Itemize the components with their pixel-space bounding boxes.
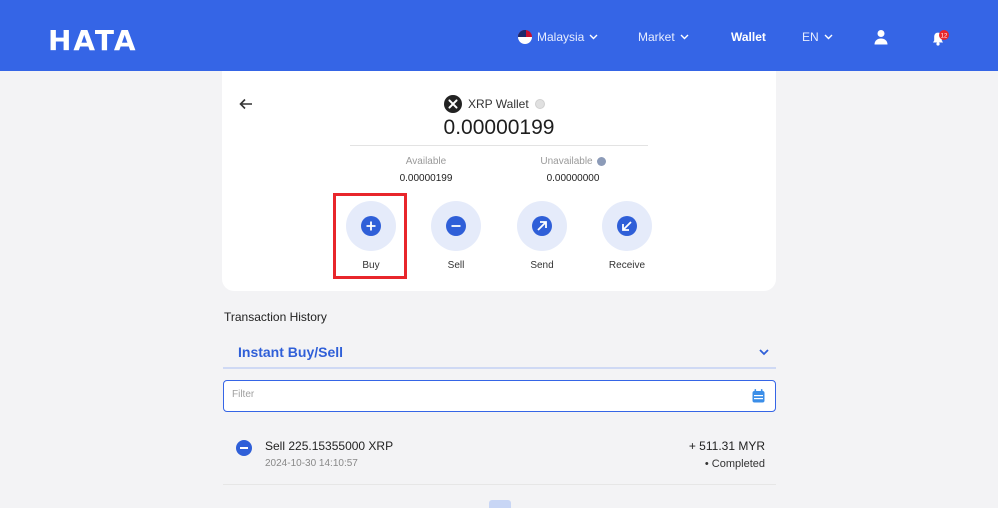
chevron-down-icon: [589, 34, 598, 40]
unavailable-value: 0.00000000: [546, 173, 600, 184]
pagination-button[interactable]: [489, 500, 511, 508]
back-arrow-icon[interactable]: [239, 98, 253, 110]
send-button[interactable]: Send: [515, 201, 569, 271]
wallet-header: XRP Wallet: [444, 95, 545, 113]
transaction-row[interactable]: Sell 225.15355000 XRP 2024-10-30 14:10:5…: [223, 425, 776, 485]
dropdown-value: Instant Buy/Sell: [238, 344, 344, 360]
sell-minus-icon: [236, 440, 252, 456]
transaction-status: • Completed: [704, 458, 765, 470]
transaction-time: 2024-10-30 14:10:57: [265, 458, 358, 469]
transaction-description: Sell 225.15355000 XRP: [265, 439, 394, 453]
xrp-icon: [444, 95, 462, 113]
arrow-down-left-icon: [617, 216, 637, 236]
sell-label: Sell: [447, 260, 465, 271]
divider: [350, 145, 648, 146]
language-label: EN: [802, 30, 819, 44]
sell-button-circle[interactable]: [431, 201, 481, 251]
market-menu[interactable]: Market: [638, 30, 689, 44]
receive-label: Receive: [608, 260, 646, 271]
chevron-down-icon: [680, 34, 689, 40]
calendar-icon[interactable]: [752, 389, 765, 403]
country-selector[interactable]: Malaysia: [518, 30, 598, 44]
wallet-name: XRP Wallet: [468, 97, 529, 111]
filter-input[interactable]: [232, 389, 732, 400]
buy-highlight-box: [333, 193, 407, 279]
wallet-menu[interactable]: Wallet: [731, 30, 766, 44]
info-icon[interactable]: [596, 157, 606, 166]
transaction-type-dropdown[interactable]: Instant Buy/Sell: [223, 336, 776, 369]
market-label: Market: [638, 30, 675, 44]
chevron-down-icon: [824, 34, 833, 40]
top-navbar: HATA Malaysia Market Wallet EN 12: [0, 0, 998, 71]
chevron-down-icon: [759, 349, 769, 356]
notification-bell-icon[interactable]: 12: [931, 30, 949, 46]
malaysia-flag-icon: [518, 30, 532, 44]
wallet-balance: 0.00000199: [443, 116, 555, 139]
country-label: Malaysia: [537, 30, 585, 44]
wallet-label: Wallet: [731, 30, 766, 44]
send-label: Send: [530, 260, 554, 271]
unavailable-label: Unavailable: [540, 156, 593, 167]
available-stat: Available 0.00000199: [366, 156, 486, 184]
receive-button-circle[interactable]: [602, 201, 652, 251]
send-button-circle[interactable]: [517, 201, 567, 251]
transaction-amount: + 511.31 MYR: [688, 439, 765, 453]
sell-button[interactable]: Sell: [429, 201, 483, 271]
toggle-visibility-icon[interactable]: [534, 99, 545, 109]
user-icon[interactable]: [873, 29, 889, 45]
unavailable-stat: Unavailable 0.00000000: [513, 156, 633, 184]
available-label: Available: [405, 156, 447, 167]
notification-count: 12: [941, 33, 948, 39]
language-selector[interactable]: EN: [802, 30, 833, 44]
arrow-up-right-icon: [532, 216, 552, 236]
available-value: 0.00000199: [399, 173, 453, 184]
unavailable-label-row: Unavailable: [513, 156, 633, 167]
transaction-history-title: Transaction History: [224, 310, 327, 324]
receive-button[interactable]: Receive: [600, 201, 654, 271]
hata-logo[interactable]: HATA: [48, 24, 138, 57]
filter-field[interactable]: [223, 380, 776, 412]
minus-icon: [446, 216, 466, 236]
